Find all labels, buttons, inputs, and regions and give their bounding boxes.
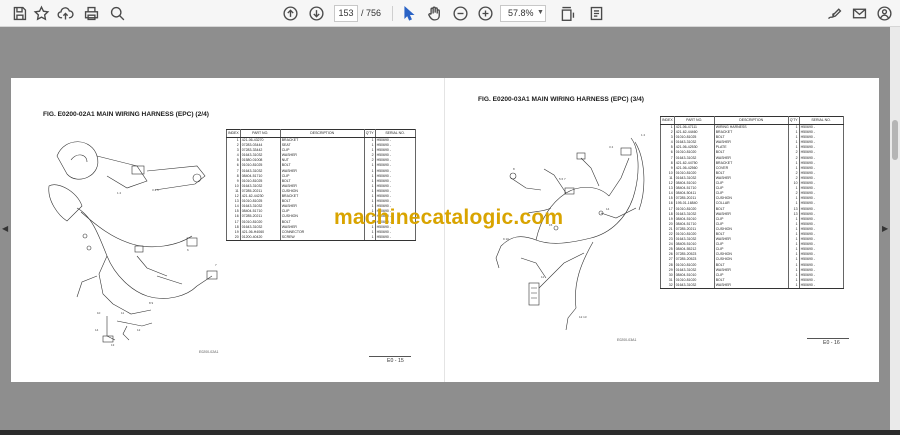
left-page-title: FIG. E0200-02A1 MAIN WIRING HARNESS (EPC…	[43, 111, 209, 118]
share-icon[interactable]	[875, 4, 894, 23]
svg-text:12: 12	[137, 328, 141, 332]
left-footer-rule	[369, 356, 411, 357]
cell-index: 32	[660, 282, 675, 289]
scrollbar-thumb[interactable]	[892, 120, 898, 160]
left-figure-code: E0200-02A1	[199, 350, 219, 354]
table-row: 20 01200-40420 SCREW 1 H50690 -	[226, 234, 416, 241]
col-description: DESCRIPTION	[713, 116, 789, 125]
right-parts-table: INDEX PART NO. DESCRIPTION Q'TY SERIAL N…	[660, 116, 844, 289]
col-qty: Q'TY	[787, 116, 800, 125]
svg-text:8 9: 8 9	[149, 301, 154, 305]
fit-page-icon[interactable]	[558, 4, 577, 23]
hand-pan-icon[interactable]	[425, 4, 444, 23]
svg-text:14: 14	[95, 328, 99, 332]
page-total: / 756	[361, 8, 381, 18]
next-page-arrow-icon[interactable]: ▶	[882, 224, 888, 233]
save-icon[interactable]	[10, 4, 29, 23]
svg-text:6: 6	[187, 248, 189, 252]
svg-text:1 2: 1 2	[641, 133, 646, 137]
col-description: DESCRIPTION	[279, 129, 365, 138]
cell-description: SCREW	[279, 234, 365, 241]
svg-text:3 4: 3 4	[609, 145, 614, 149]
bookmark-star-icon[interactable]	[32, 4, 51, 23]
page-up-icon[interactable]	[281, 4, 300, 23]
cell-part-no: 01200-40420	[239, 234, 281, 241]
zoom-dropdown-caret-icon[interactable]: ▼	[537, 9, 544, 16]
zoom-out-icon[interactable]	[451, 4, 470, 23]
page-total-value: 756	[366, 8, 382, 18]
cell-qty: 1	[787, 282, 800, 289]
right-figure-code: E0200-03A1	[617, 338, 637, 342]
page-spine	[444, 78, 445, 382]
table-row: 32 01643-31032 WASHER 1 H50690 -	[660, 282, 844, 289]
col-index: INDEX	[226, 129, 241, 138]
svg-text:9 10: 9 10	[503, 237, 509, 241]
cloud-upload-icon[interactable]	[56, 4, 75, 23]
cell-index: 20	[226, 234, 241, 241]
select-cursor-icon[interactable]	[399, 4, 418, 23]
toolbar: 153 / 756 57.8% ▼	[0, 0, 900, 27]
vertical-scrollbar[interactable]	[890, 27, 900, 430]
cell-serial: H50690 -	[798, 282, 844, 289]
col-part-no: PART NO.	[673, 116, 715, 125]
svg-text:11: 11	[121, 311, 124, 315]
svg-text:7: 7	[215, 263, 217, 267]
left-page-footer: E0 - 15	[387, 358, 404, 364]
cell-part-no: 01643-31032	[673, 282, 715, 289]
svg-text:14: 14	[606, 207, 610, 211]
cell-serial: H50690 -	[374, 234, 416, 241]
right-harness-diagram: 1 23 4 5 6 78 9 1011 12 1314 15	[495, 133, 646, 331]
right-page-title: FIG. E0200-03A1 MAIN WIRING HARNESS (EPC…	[478, 96, 644, 103]
table-header-row: INDEX PART NO. DESCRIPTION Q'TY SERIAL N…	[660, 116, 844, 125]
svg-text:11: 11	[541, 275, 544, 279]
watermark-text: machinecatalogic.com	[334, 206, 564, 229]
svg-text:10: 10	[97, 311, 101, 315]
svg-text:12 13: 12 13	[579, 315, 587, 319]
bottom-status-bar	[0, 430, 900, 435]
previous-page-arrow-icon[interactable]: ◀	[2, 224, 8, 233]
display-mode-icon[interactable]	[587, 4, 606, 23]
cell-description: WASHER	[713, 282, 789, 289]
table-header-row: INDEX PART NO. DESCRIPTION Q'TY SERIAL N…	[226, 129, 416, 138]
svg-text:1 2: 1 2	[117, 191, 122, 195]
zoom-search-icon[interactable]	[108, 4, 127, 23]
col-serial: SERIAL NO.	[798, 116, 844, 125]
col-part-no: PART NO.	[239, 129, 281, 138]
page-number-input[interactable]: 153	[334, 5, 358, 22]
right-page-footer: E0 - 16	[823, 340, 840, 346]
right-footer-rule	[807, 338, 849, 339]
svg-text:3 4 5: 3 4 5	[152, 188, 159, 192]
print-icon[interactable]	[82, 4, 101, 23]
sign-icon[interactable]	[825, 4, 844, 23]
zoom-in-icon[interactable]	[476, 4, 495, 23]
svg-text:13: 13	[111, 343, 115, 347]
right-table-body: 1 421-06-47111 WIRING HARNESS 1 H50690 -2 421…	[660, 124, 844, 289]
mail-icon[interactable]	[850, 4, 869, 23]
svg-text:5 6 7: 5 6 7	[559, 177, 566, 181]
svg-text:8: 8	[513, 167, 515, 171]
col-serial: SERIAL NO.	[374, 129, 416, 138]
col-index: INDEX	[660, 116, 675, 125]
toolbar-divider	[392, 6, 393, 21]
left-harness-diagram: 1 2 3 4 5 6 7 8 9 10 11 12 13 14	[48, 141, 218, 347]
col-qty: Q'TY	[363, 129, 376, 138]
document-spread: FIG. E0200-02A1 MAIN WIRING HARNESS (EPC…	[11, 78, 879, 382]
page-separator: /	[361, 8, 364, 18]
cell-qty: 1	[363, 234, 376, 241]
page-down-icon[interactable]	[307, 4, 326, 23]
